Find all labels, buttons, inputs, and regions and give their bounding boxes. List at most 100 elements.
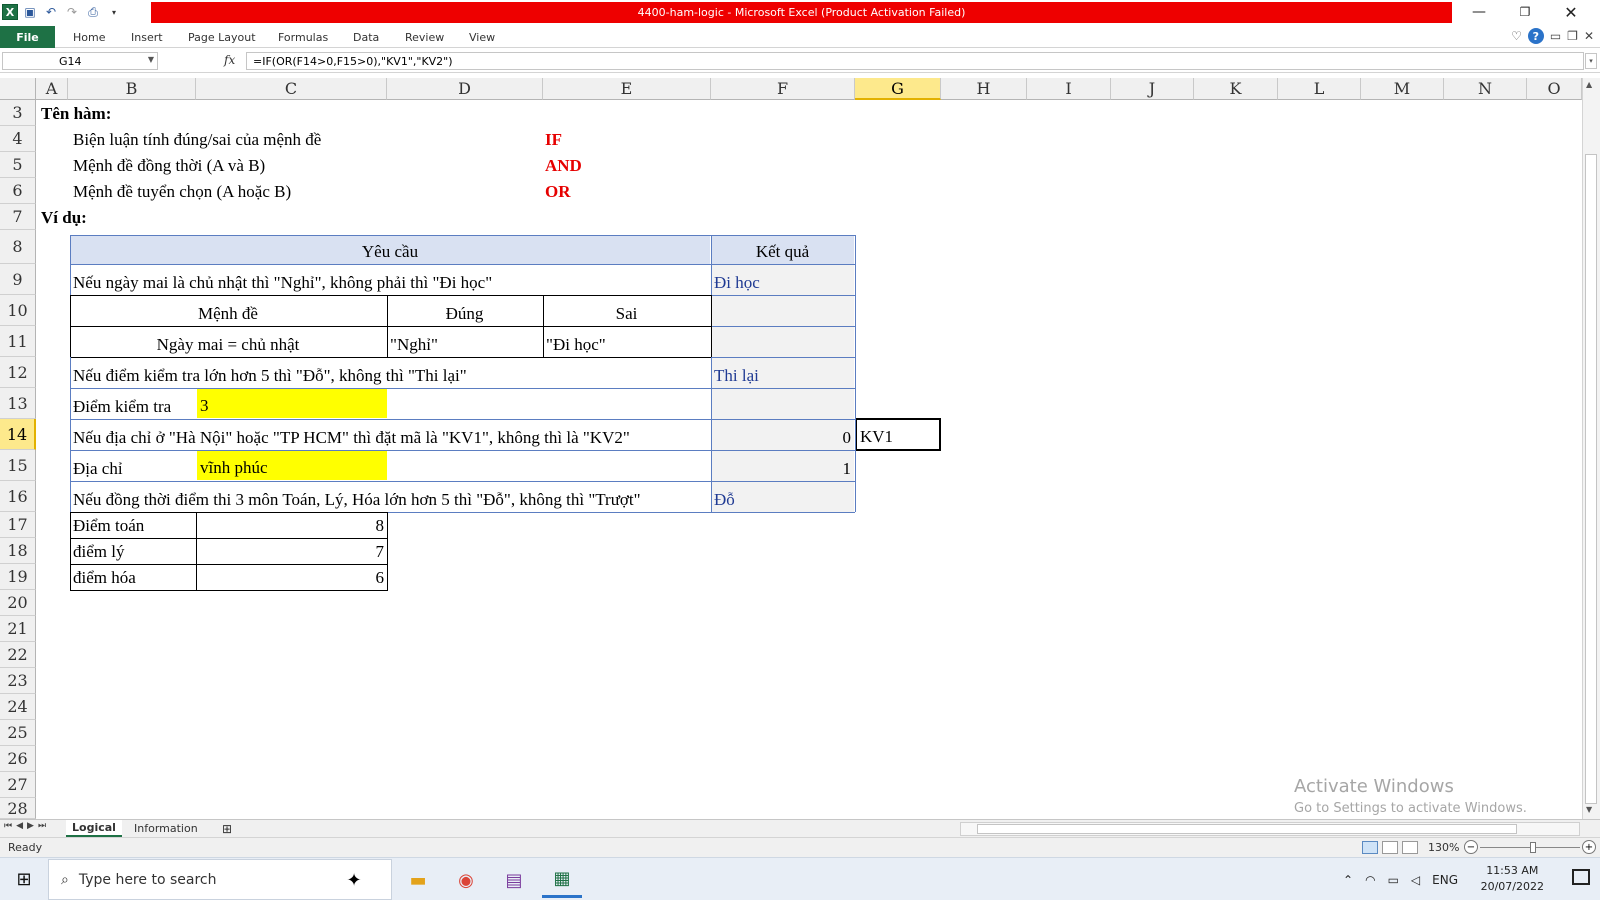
chevron-up-icon[interactable]: ⌃ (1343, 873, 1353, 887)
tab-page-layout[interactable]: Page Layout (188, 27, 256, 47)
expand-formula-icon[interactable]: ▾ (1585, 53, 1597, 69)
cell-result-r16[interactable]: Đỗ (711, 481, 854, 512)
zoom-in-icon[interactable]: + (1582, 840, 1596, 854)
customize-qat-icon[interactable]: ▾ (105, 3, 123, 21)
row-header-12[interactable]: 12 (0, 357, 36, 388)
row-header-13[interactable]: 13 (0, 388, 36, 419)
row-header-17[interactable]: 17 (0, 512, 36, 538)
workbook-minimize-icon[interactable]: ▭ (1550, 29, 1561, 43)
cell-heading-vi-du[interactable]: Ví dụ: (38, 204, 338, 230)
cell-and-description[interactable]: Mệnh đề đồng thời (A và B) (70, 152, 510, 178)
language-indicator[interactable]: ENG (1432, 873, 1458, 887)
cell-diem-toan-value[interactable]: 8 (197, 512, 387, 538)
cell-or-name[interactable]: OR (542, 178, 662, 204)
page-layout-view-icon[interactable] (1382, 841, 1398, 854)
cell-heading-ten-ham[interactable]: Tên hàm: (38, 100, 338, 126)
insert-function-icon[interactable]: fx (224, 53, 235, 67)
row-header-9[interactable]: 9 (0, 264, 36, 295)
column-header-c[interactable]: C (196, 78, 387, 100)
row-header-11[interactable]: 11 (0, 326, 36, 357)
vertical-scroll-thumb[interactable] (1585, 154, 1597, 804)
row-header-6[interactable]: 6 (0, 178, 36, 204)
row-header-25[interactable]: 25 (0, 720, 36, 746)
insert-sheet-icon[interactable]: ⊞ (216, 820, 238, 837)
cell-result-r13[interactable] (711, 388, 854, 419)
row-header-7[interactable]: 7 (0, 204, 36, 230)
excel-taskbar-icon[interactable]: ▦ (542, 862, 582, 898)
cell-result-r14[interactable]: 0 (711, 419, 854, 450)
cell-diem-hoa-label[interactable]: điểm hóa (70, 564, 196, 590)
cell-request-r16[interactable]: Nếu đồng thời điểm thi 3 môn Toán, Lý, H… (70, 481, 710, 512)
scroll-down-icon[interactable]: ▼ (1586, 805, 1592, 814)
save-icon[interactable]: ▣ (21, 3, 39, 21)
cell-sai-value[interactable]: "Đi học" (543, 326, 710, 357)
formula-input[interactable]: =IF(OR(F14>0,F15>0),"KV1","KV2") (246, 52, 1584, 70)
cell-request-r14[interactable]: Nếu địa chỉ ở "Hà Nội" hoặc "TP HCM" thì… (70, 419, 710, 450)
zoom-level[interactable]: 130% (1428, 841, 1459, 854)
row-header-8[interactable]: 8 (0, 230, 36, 264)
cell-diem-kiem-tra-label[interactable]: Điểm kiểm tra (70, 388, 196, 419)
cell-request-r12[interactable]: Nếu điểm kiểm tra lớn hơn 5 thì "Đỗ", kh… (70, 357, 710, 388)
windows-start-icon[interactable]: ⊞ (0, 858, 48, 900)
active-cell-g14[interactable]: KV1 (855, 418, 941, 451)
vertical-scrollbar[interactable]: ▲ ▼ (1582, 78, 1600, 819)
row-header-18[interactable]: 18 (0, 538, 36, 564)
row-header-21[interactable]: 21 (0, 616, 36, 642)
cell-if-name[interactable]: IF (542, 126, 662, 152)
chrome-icon[interactable]: ◉ (446, 862, 486, 898)
sheet-tab-information[interactable]: Information (128, 820, 204, 837)
row-header-27[interactable]: 27 (0, 772, 36, 798)
column-header-h[interactable]: H (941, 78, 1027, 100)
column-header-m[interactable]: M (1361, 78, 1444, 100)
tab-insert[interactable]: Insert (131, 27, 163, 47)
notification-icon[interactable] (1572, 869, 1590, 885)
restore-icon[interactable]: ❐ (1502, 0, 1548, 24)
file-explorer-icon[interactable]: ▬ (398, 862, 438, 898)
cell-result-r15[interactable]: 1 (711, 450, 854, 481)
cell-result-r9[interactable]: Đi học (711, 264, 854, 295)
select-all-corner[interactable] (0, 78, 36, 100)
cell-and-name[interactable]: AND (542, 152, 662, 178)
battery-icon[interactable]: ▭ (1388, 873, 1399, 887)
column-header-f[interactable]: F (711, 78, 855, 100)
undo-icon[interactable]: ↶ (42, 3, 60, 21)
row-header-20[interactable]: 20 (0, 590, 36, 616)
cell-result-r11[interactable] (711, 326, 854, 357)
row-header-26[interactable]: 26 (0, 746, 36, 772)
row-header-28[interactable]: 28 (0, 798, 36, 819)
tab-data[interactable]: Data (353, 27, 379, 47)
row-header-16[interactable]: 16 (0, 481, 36, 512)
sheet-tab-logical[interactable]: Logical (66, 820, 122, 837)
cell-dung-header[interactable]: Đúng (387, 295, 542, 326)
cell-diem-ly-value[interactable]: 7 (197, 538, 387, 564)
cell-dung-value[interactable]: "Nghỉ" (387, 326, 542, 357)
scroll-up-icon[interactable]: ▲ (1586, 80, 1592, 89)
cell-diem-kiem-tra-input[interactable]: 3 (197, 389, 387, 418)
column-header-b[interactable]: B (68, 78, 196, 100)
print-preview-icon[interactable]: ⎙ (84, 3, 102, 21)
zoom-slider-handle[interactable] (1530, 842, 1536, 853)
row-header-4[interactable]: 4 (0, 126, 36, 152)
row-header-23[interactable]: 23 (0, 668, 36, 694)
column-header-i[interactable]: I (1027, 78, 1111, 100)
page-break-view-icon[interactable] (1402, 841, 1418, 854)
cell-header-yeu-cau[interactable]: Yêu cầu (70, 236, 710, 264)
column-header-e[interactable]: E (543, 78, 711, 100)
horizontal-scrollbar[interactable] (960, 822, 1580, 836)
row-header-3[interactable]: 3 (0, 100, 36, 126)
cell-diem-ly-label[interactable]: điểm lý (70, 538, 196, 564)
cell-diem-toan-label[interactable]: Điểm toán (70, 512, 196, 538)
tab-file[interactable]: File (0, 26, 55, 48)
cell-result-r12[interactable]: Thi lại (711, 357, 854, 388)
wifi-icon[interactable]: ◠ (1365, 873, 1375, 887)
cell-menh-de-value[interactable]: Ngày mai = chủ nhật (70, 326, 386, 357)
cell-or-description[interactable]: Mệnh đề tuyển chọn (A hoặc B) (70, 178, 510, 204)
name-box[interactable]: G14 ▼ (2, 52, 158, 70)
sheet-nav-arrows-icon[interactable]: ⏮◀▶⏭ (4, 821, 50, 831)
cell-header-ket-qua[interactable]: Kết quả (711, 236, 854, 264)
minimize-icon[interactable]: — (1456, 0, 1502, 24)
cell-diem-hoa-value[interactable]: 6 (197, 564, 387, 590)
cell-dia-chi-input[interactable]: vĩnh phúc (197, 451, 387, 480)
ribbon-collapse-icon[interactable]: ♡ (1511, 29, 1522, 43)
workbook-restore-icon[interactable]: ❐ (1567, 29, 1578, 43)
